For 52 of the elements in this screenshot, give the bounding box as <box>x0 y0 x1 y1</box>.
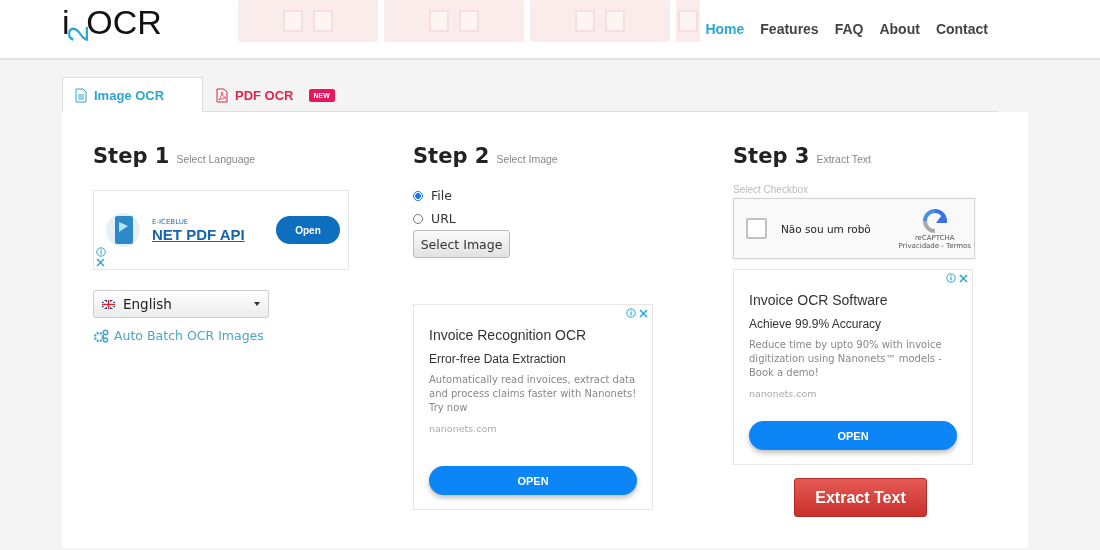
nav-link[interactable]: About <box>879 21 920 37</box>
ad-domain: nanonets.com <box>429 423 498 434</box>
source-radio[interactable]: File <box>413 184 733 207</box>
flag-icon <box>102 299 115 309</box>
recaptcha-icon <box>921 207 948 234</box>
close-icon[interactable] <box>639 308 648 318</box>
checkbox-hint: Select Checkbox <box>733 184 810 195</box>
nav-link[interactable]: FAQ <box>834 21 864 37</box>
radio-button[interactable] <box>413 213 423 224</box>
source-radio[interactable]: URL <box>413 207 733 230</box>
open-button[interactable]: Open <box>276 216 340 244</box>
ad-description: Reduce time by upto 90% with invoice digitization using Nanonets™ models - Book a demo! <box>749 338 943 380</box>
extract-text-button[interactable]: Extract Text <box>794 478 927 517</box>
nav-link[interactable]: Contact <box>935 21 988 37</box>
language-select[interactable]: English <box>93 290 269 318</box>
info-icon[interactable] <box>626 308 636 318</box>
ad-subtitle: Error-free Data Extraction <box>429 352 567 366</box>
nav-link[interactable]: Features <box>760 21 819 37</box>
open-button[interactable]: OPEN <box>429 466 637 495</box>
ad-description: Automatically read invoices, extract data and process claims faster with Nanonets! Try now <box>429 373 637 415</box>
info-icon[interactable] <box>946 273 956 283</box>
ad-domain: nanonets.com <box>749 388 818 399</box>
tab-label: Image OCR <box>94 87 165 103</box>
pdf-file-icon <box>216 87 228 103</box>
ad-subtitle: Achieve 99.9% Accuracy <box>749 317 883 331</box>
book-icon <box>106 210 140 250</box>
banner-tile[interactable] <box>238 0 378 42</box>
caret-icon <box>254 302 260 306</box>
ad-title: Invoice Recognition OCR <box>429 327 588 343</box>
close-icon[interactable] <box>959 273 968 283</box>
captcha-checkbox[interactable] <box>746 218 767 239</box>
captcha-label: Não sou um robô <box>781 222 872 235</box>
site-logo[interactable]: i 2 OCR <box>62 2 238 42</box>
open-button[interactable]: OPEN <box>749 421 957 450</box>
step-title: Step 1 <box>93 144 170 168</box>
close-icon[interactable] <box>96 258 105 267</box>
step-subtitle: Select Image <box>496 153 558 165</box>
step-subtitle: Extract Text <box>816 153 872 165</box>
banner-tile[interactable] <box>530 0 670 42</box>
step-title: Step 2 <box>413 144 490 168</box>
radio-button[interactable] <box>413 190 423 201</box>
banner-tile[interactable] <box>384 0 524 42</box>
select-image-button[interactable]: Select Image <box>413 230 510 258</box>
tab-label: PDF OCR <box>235 87 294 103</box>
banner-tile[interactable] <box>676 0 700 42</box>
info-icon[interactable] <box>96 247 106 257</box>
document-icon <box>75 87 87 103</box>
step-title: Step 3 <box>733 144 810 168</box>
ad-headline[interactable]: NET PDF API <box>152 225 276 243</box>
step-subtitle: Select Language <box>176 153 256 165</box>
gears-icon <box>93 328 109 343</box>
ad-title: Invoice OCR Software <box>749 292 889 308</box>
